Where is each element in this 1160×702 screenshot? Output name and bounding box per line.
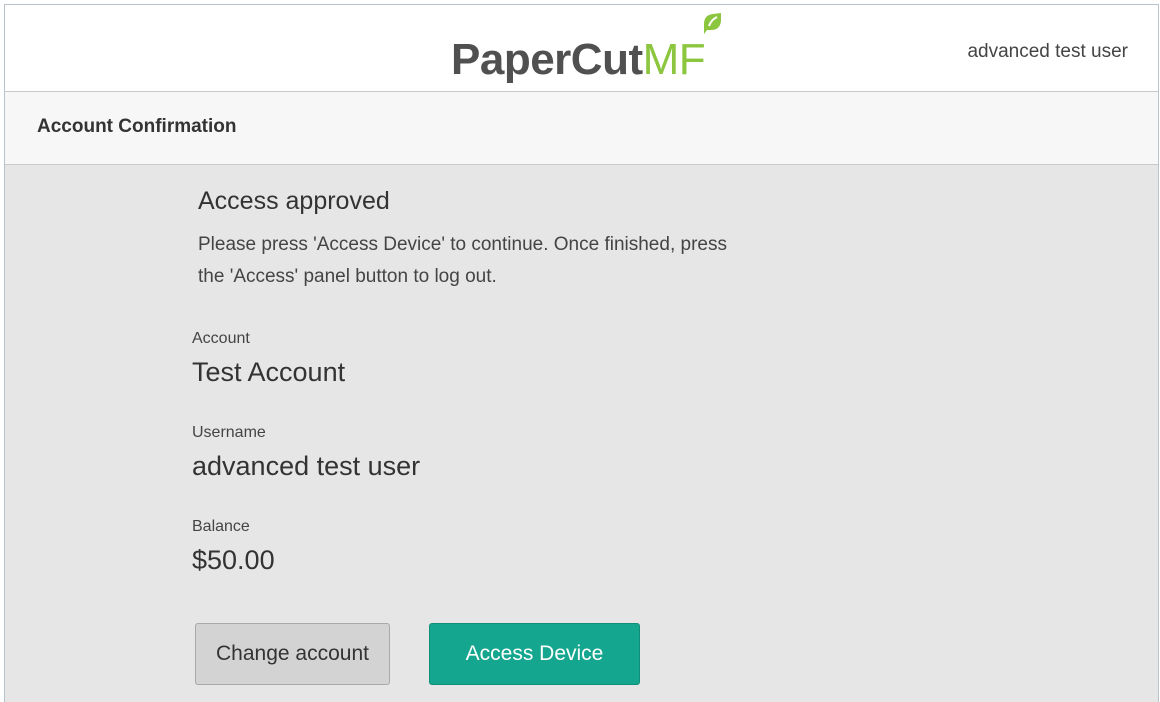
username-value: advanced test user — [192, 451, 421, 481]
leaf-icon — [704, 13, 721, 34]
app-frame: PaperCutMF advanced test user Account Co… — [4, 4, 1159, 702]
balance-label: Balance — [192, 518, 250, 535]
logo-suffix-text: MF — [642, 35, 706, 84]
title-bar: Account Confirmation — [5, 92, 1158, 165]
header-bar: PaperCutMF advanced test user — [5, 5, 1158, 92]
page-title: Account Confirmation — [37, 116, 237, 137]
account-value: Test Account — [192, 357, 346, 387]
main-content: Access approved Please press 'Access Dev… — [5, 165, 1158, 702]
status-title: Access approved — [198, 187, 390, 215]
papercut-logo: PaperCutMF — [451, 35, 706, 85]
account-label: Account — [192, 330, 250, 347]
current-user-label: advanced test user — [967, 41, 1128, 62]
logo-brand-text: PaperCut — [451, 35, 643, 84]
access-device-button[interactable]: Access Device — [429, 623, 640, 685]
balance-value: $50.00 — [192, 545, 275, 575]
username-label: Username — [192, 424, 266, 441]
change-account-button[interactable]: Change account — [195, 623, 390, 685]
status-message: Please press 'Access Device' to continue… — [198, 234, 727, 287]
